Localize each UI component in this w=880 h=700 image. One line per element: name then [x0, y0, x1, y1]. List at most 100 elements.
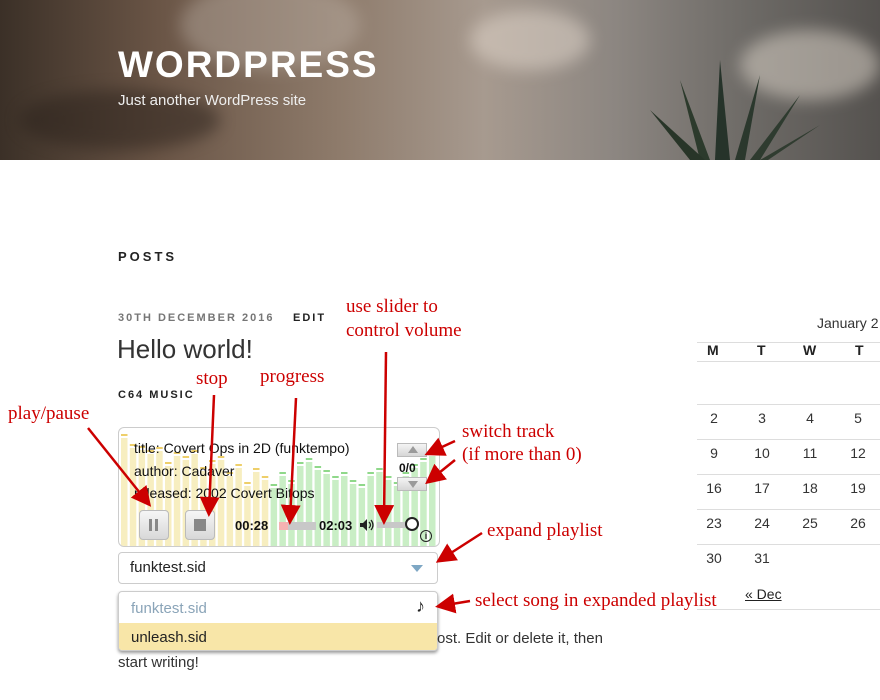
spectrum-peak [314, 466, 322, 468]
calendar-day: 5 [854, 410, 862, 426]
calendar-day: 19 [850, 480, 866, 496]
spectrum-peak [182, 456, 190, 458]
posts-heading: POSTS [118, 249, 178, 264]
spectrum-peak [253, 468, 260, 470]
arrow-select [435, 593, 471, 614]
spectrum-bar [297, 466, 304, 546]
music-note-icon: ♪ [416, 596, 425, 616]
track-down-button[interactable] [397, 477, 427, 491]
calendar-day: 2 [710, 410, 718, 426]
track-released: released: 2002 Covert Bitops [134, 485, 315, 501]
chevron-down-icon[interactable] [411, 565, 423, 572]
track-up-button[interactable] [397, 443, 427, 457]
progress-fill [279, 522, 288, 530]
calendar-day: 18 [802, 480, 818, 496]
annotation-play-pause: play/pause [8, 403, 90, 424]
stop-icon [194, 519, 206, 531]
calendar-day: 23 [706, 515, 722, 531]
spectrum-peak [420, 458, 427, 460]
spectrum-bar [376, 472, 383, 546]
playlist-dropdown: funktest.sid ♪ unleash.sid [118, 591, 438, 651]
calendar-row-divider [697, 474, 880, 475]
spectrum-peak [429, 452, 436, 454]
spectrum-peak [235, 464, 242, 466]
calendar-day: 26 [850, 515, 866, 531]
spectrum-peak [279, 472, 286, 474]
calendar-prev-link[interactable]: « Dec [745, 586, 782, 602]
site-header: WORDPRESS Just another WordPress site [0, 0, 880, 160]
spectrum-bar [253, 472, 260, 546]
spectrum-peak [244, 482, 251, 484]
post-body-line: start writing! [118, 654, 199, 671]
site-title[interactable]: WORDPRESS [118, 44, 379, 86]
calendar-caption: January 2 [817, 315, 879, 331]
calendar-row-divider [697, 544, 880, 545]
info-icon[interactable]: i [420, 530, 432, 542]
calendar-row-divider [697, 361, 880, 362]
stop-button[interactable] [185, 510, 215, 540]
calendar-row-divider [697, 439, 880, 440]
spectrum-peak [297, 462, 304, 464]
track-counter: 0/0 [399, 461, 416, 475]
calendar-day: 4 [806, 410, 814, 426]
playlist-select[interactable]: funktest.sid [118, 552, 438, 584]
spectrum-peak [349, 480, 357, 482]
spectrum-peak [385, 476, 392, 478]
spectrum-peak [217, 456, 225, 458]
spectrum-peak [341, 472, 348, 474]
calendar-day: 24 [754, 515, 770, 531]
spectrum-bar [235, 468, 242, 546]
spectrum-peak [121, 434, 128, 436]
post-body-line: ost. Edit or delete it, then [437, 630, 603, 647]
calendar-day: 3 [758, 410, 766, 426]
pause-icon [149, 519, 152, 531]
playlist-item-label: unleash.sid [131, 629, 207, 646]
total-time: 02:03 [319, 518, 353, 533]
pause-icon-bar [155, 519, 158, 531]
playlist-item[interactable]: unleash.sid [119, 623, 437, 650]
spectrum-peak [358, 484, 366, 486]
plant-image [650, 60, 820, 160]
spectrum-bar [349, 484, 357, 546]
post-date[interactable]: 30TH DECEMBER 2016 [118, 312, 274, 324]
calendar-day: 12 [850, 445, 866, 461]
playlist-selected-value: funktest.sid [130, 559, 206, 576]
calendar-day: 31 [754, 550, 770, 566]
calendar-day: 9 [710, 445, 718, 461]
spectrum-bar [121, 438, 128, 546]
volume-slider-knob[interactable] [405, 517, 419, 531]
spectrum-bar [323, 474, 330, 546]
spectrum-bar [385, 480, 392, 546]
spectrum-bar [332, 480, 339, 546]
arrow-down-icon [408, 481, 418, 488]
calendar-row-divider [697, 404, 880, 405]
spectrum-bar [358, 488, 366, 546]
c64-player: title: Covert Ops in 2D (funktempo) auth… [118, 427, 440, 547]
calendar-day: 10 [754, 445, 770, 461]
spectrum-peak [323, 470, 330, 472]
arrow-up-icon [408, 446, 418, 453]
post-title[interactable]: Hello world! [117, 334, 253, 365]
spectrum-bar [314, 470, 322, 546]
progress-bar[interactable] [279, 522, 316, 530]
spectrum-peak [261, 476, 269, 478]
play-pause-button[interactable] [139, 510, 169, 540]
site-description: Just another WordPress site [118, 92, 307, 109]
annotation-volume: control volume [346, 320, 462, 341]
calendar-row-divider [697, 509, 880, 510]
c64-music-label: C64 MUSIC [118, 389, 195, 401]
calendar-day: 11 [802, 445, 818, 461]
calendar-day: 30 [706, 550, 722, 566]
spectrum-peak [305, 458, 313, 460]
speaker-icon[interactable] [359, 518, 375, 532]
playlist-item[interactable]: funktest.sid ♪ [119, 594, 437, 622]
edit-link[interactable]: EDIT [293, 312, 326, 324]
spectrum-peak [288, 480, 295, 482]
calendar-divider [697, 609, 880, 610]
volume-slider[interactable] [377, 517, 419, 531]
calendar-day: 25 [802, 515, 818, 531]
annotation-volume: use slider to [346, 296, 438, 317]
spectrum-peak [376, 468, 383, 470]
annotation-switch-track: (if more than 0) [462, 444, 582, 465]
spectrum-bar [393, 486, 401, 546]
